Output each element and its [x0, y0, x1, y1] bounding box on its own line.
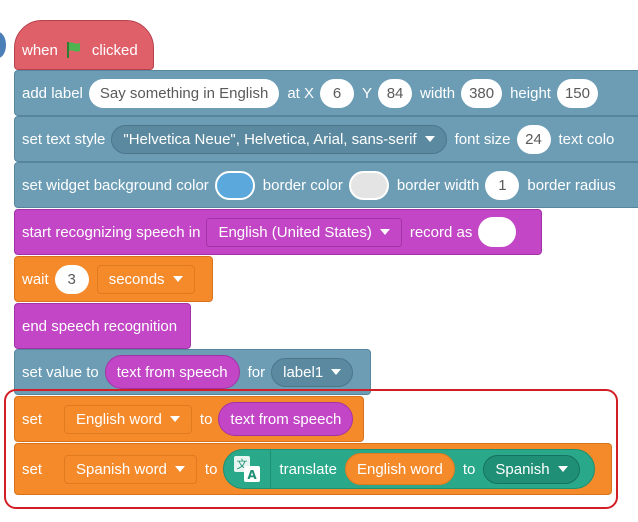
y-input[interactable]: 84	[378, 78, 413, 108]
add-label-block[interactable]: add label Say something in English at X …	[14, 70, 638, 116]
wait-label: wait	[22, 270, 49, 288]
height-label: height	[510, 84, 551, 102]
wait-unit-dropdown[interactable]: seconds	[96, 264, 195, 294]
language-dropdown[interactable]: English (United States)	[206, 217, 402, 247]
widget-bg-label: set widget background color	[22, 176, 209, 194]
height-input[interactable]: 150	[556, 78, 598, 108]
border-color-label: border color	[262, 176, 343, 194]
set-text-style-block[interactable]: set text style "Helvetica Neue", Helveti…	[14, 116, 638, 162]
text-color-label: text colo	[558, 130, 615, 148]
background-color-swatch[interactable]	[214, 170, 255, 200]
border-color-swatch[interactable]	[348, 170, 389, 200]
width-input[interactable]: 380	[461, 78, 503, 108]
text-from-speech-reporter[interactable]: text from speech	[104, 355, 240, 389]
start-speech-label: start recognizing speech in	[22, 223, 201, 241]
end-speech-block[interactable]: end speech recognition	[14, 303, 191, 349]
set-text-style-label: set text style	[22, 130, 106, 148]
wait-seconds-input[interactable]: 3	[54, 264, 89, 294]
at-x-label: at X	[287, 84, 315, 102]
font-dropdown[interactable]: "Helvetica Neue", Helvetica, Arial, sans…	[111, 124, 447, 154]
wait-unit-value: seconds	[108, 270, 165, 288]
record-as-label: record as	[409, 223, 473, 241]
border-width-input[interactable]: 1	[485, 170, 520, 200]
edge-indicator	[0, 32, 6, 58]
for-label: for	[247, 363, 266, 381]
chevron-down-icon	[379, 229, 390, 235]
width-label: width	[420, 84, 456, 102]
record-as-slot[interactable]	[478, 217, 517, 247]
language-value: English (United States)	[218, 223, 372, 241]
wait-block[interactable]: wait 3 seconds	[14, 256, 213, 302]
chevron-down-icon	[172, 276, 183, 282]
set-widget-background-block[interactable]: set widget background color border color…	[14, 162, 638, 208]
add-label-text: add label	[22, 84, 83, 102]
border-radius-label: border radius	[527, 176, 616, 194]
font-value: "Helvetica Neue", Helvetica, Arial, sans…	[123, 130, 417, 148]
font-size-label: font size	[454, 130, 511, 148]
start-speech-block[interactable]: start recognizing speech in English (Uni…	[14, 209, 542, 255]
when-flag-clicked-block[interactable]: when clicked	[14, 20, 154, 70]
set-value-label: set value to	[22, 363, 99, 381]
end-speech-label: end speech recognition	[22, 317, 178, 335]
font-size-input[interactable]: 24	[516, 124, 551, 154]
target-dropdown[interactable]: label1	[271, 357, 354, 387]
y-label: Y	[362, 84, 373, 102]
green-flag-icon	[64, 40, 84, 60]
clicked-label: clicked	[91, 41, 138, 59]
border-width-label: border width	[396, 176, 480, 194]
chevron-down-icon	[424, 136, 435, 142]
highlight-outline	[4, 389, 618, 509]
chevron-down-icon	[331, 369, 342, 375]
x-input[interactable]: 6	[320, 78, 355, 108]
target-value: label1	[283, 363, 324, 381]
when-label: when	[22, 41, 58, 59]
label-text-input[interactable]: Say something in English	[88, 78, 280, 108]
